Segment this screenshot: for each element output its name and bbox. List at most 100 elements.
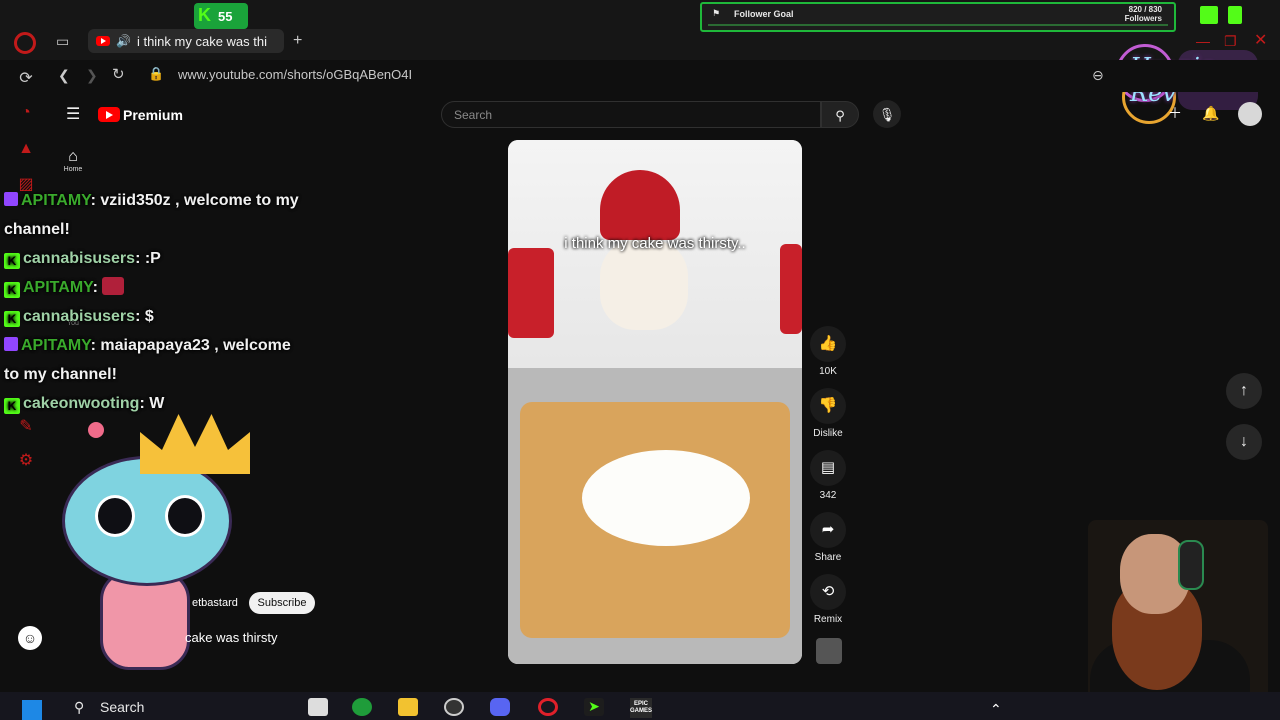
remix-button[interactable]: ⟲ Remix <box>808 574 848 625</box>
share-icon: ➦ <box>810 512 846 548</box>
next-short-button[interactable]: ↓ <box>1226 424 1262 460</box>
follower-goal-bar: ⚑ Follower Goal 820 / 830 Followers <box>700 2 1176 32</box>
emoji-icon[interactable]: ☺ <box>18 626 42 650</box>
tray-chevron-icon[interactable]: ⌃ <box>990 702 1002 716</box>
home-icon: ⌂ <box>68 148 78 165</box>
sync-icon[interactable]: ⟳ <box>16 68 36 88</box>
lock-icon: 🔒 <box>148 66 165 81</box>
chat-username: cannabisusers <box>23 308 136 325</box>
search-button[interactable]: ⚲ <box>821 101 859 128</box>
chat-message: Kcannabisusers: $ <box>4 302 304 331</box>
thumbs-up-icon: 👍 <box>810 326 846 362</box>
short-title[interactable]: cake was thirsty <box>185 630 277 645</box>
video-caption: i think my cake was thirsty.. <box>564 235 746 252</box>
streamlabs-icon[interactable]: ➤ <box>584 698 604 716</box>
mascot-antenna <box>88 422 104 438</box>
aria-icon[interactable]: ▲ <box>16 140 36 160</box>
discord-icon[interactable] <box>490 698 510 716</box>
file-explorer-icon[interactable] <box>398 698 418 716</box>
follower-unit: Followers <box>1124 14 1162 23</box>
epic-games-label: EPIC GAMES <box>630 701 653 714</box>
kick-badge-icon: K <box>4 282 20 298</box>
kick-badge-icon: K <box>4 253 20 269</box>
speaker-icon[interactable]: 🔊 <box>116 34 131 48</box>
twitch-badge-icon <box>4 337 18 351</box>
speed-dial-icon[interactable]: ◔ <box>16 104 36 124</box>
opera-logo-icon[interactable] <box>14 32 36 54</box>
zoom-out-icon[interactable]: ⊖ <box>1092 68 1104 82</box>
create-icon[interactable]: ＋ <box>1168 106 1182 120</box>
avatar[interactable] <box>1238 102 1262 126</box>
browser-tab-active[interactable]: 🔊 i think my cake was thi <box>88 29 284 53</box>
kick-viewer-count: 55 <box>218 9 233 24</box>
mascot-crown <box>140 414 250 474</box>
kick-badge-icon: K <box>4 398 20 414</box>
flag-icon: ⚑ <box>712 8 721 18</box>
previous-short-button[interactable]: ↑ <box>1226 373 1262 409</box>
notifications-icon[interactable]: 🔔 <box>1202 106 1219 120</box>
tab-manager-icon[interactable]: ▭ <box>56 34 69 48</box>
subscribe-button[interactable]: Subscribe <box>249 592 315 614</box>
remix-icon: ⟲ <box>810 574 846 610</box>
twitch-icon <box>1200 6 1218 24</box>
browser-tabbar: ▭ 🔊 i think my cake was thi + K 55 ⚑ Fol… <box>0 0 1280 60</box>
taskbar-search[interactable]: ⚲ Search <box>68 696 288 720</box>
follower-goal-progress <box>708 24 1168 26</box>
chat-text: $ <box>144 308 154 325</box>
search-icon: ⚲ <box>835 108 845 123</box>
epic-games-icon[interactable]: EPIC GAMES <box>630 698 652 718</box>
comment-count: 342 <box>819 490 837 501</box>
thumbs-down-icon: 👎 <box>810 388 846 424</box>
obs-icon[interactable] <box>444 698 464 716</box>
sound-thumbnail[interactable] <box>816 638 842 664</box>
search-icon: ⚲ <box>74 699 85 715</box>
taskbar-search-label: Search <box>100 699 145 715</box>
short-video-player[interactable]: i think my cake was thirsty.. <box>508 140 802 664</box>
dislike-button[interactable]: 👎 Dislike <box>808 388 848 439</box>
chat-text: :P <box>144 250 161 267</box>
comments-button[interactable]: ▤ 342 <box>808 450 848 501</box>
kick-flag-icon <box>1228 6 1242 24</box>
youtube-logo-icon[interactable] <box>98 107 120 122</box>
opera-taskbar-icon[interactable] <box>538 698 558 716</box>
new-tab-button[interactable]: + <box>293 33 302 49</box>
like-button[interactable]: 👍 10K <box>808 326 848 377</box>
follower-count: 820 / 830 <box>1128 5 1162 14</box>
arrow-up-icon: ↑ <box>1240 382 1248 399</box>
kick-viewers-badge: K 55 <box>194 3 248 29</box>
frosting <box>582 450 750 546</box>
follower-goal-label: Follower Goal <box>734 9 794 19</box>
xbox-icon[interactable] <box>352 698 372 716</box>
search-input[interactable]: Search <box>441 101 821 128</box>
back-icon[interactable]: ❮ <box>58 68 70 82</box>
headset <box>1178 540 1204 590</box>
forward-icon[interactable]: ❯ <box>86 68 98 82</box>
reload-icon[interactable]: ↻ <box>112 67 125 82</box>
twitch-badge-icon <box>4 192 18 206</box>
right-mug <box>780 244 802 334</box>
nav-home[interactable]: ⌂ Home <box>56 148 90 173</box>
chat-username: APITAMY <box>21 337 91 354</box>
youtube-premium-label[interactable]: Premium <box>123 107 183 123</box>
chat-emote-icon <box>102 277 125 295</box>
voice-search-button[interactable]: 🎙 <box>873 100 901 128</box>
address-bar[interactable]: www.youtube.com/shorts/oGBqABenO4I <box>178 67 412 82</box>
messenger-icon[interactable]: ✎ <box>16 416 36 436</box>
mascot-head <box>62 456 232 586</box>
chat-username: cannabisusers <box>23 250 136 267</box>
settings-icon[interactable]: ⚙ <box>16 450 36 470</box>
remix-label: Remix <box>813 614 843 625</box>
chat-message: APITAMY: vziid350z , welcome to my chann… <box>4 192 299 238</box>
short-channel-name[interactable]: etbastard <box>192 597 238 609</box>
nav-home-label: Home <box>63 166 83 173</box>
mascot-right-eye <box>165 495 205 537</box>
left-mug <box>508 248 554 338</box>
chat-message: K APITAMY: <box>4 273 304 302</box>
chat-text: W <box>149 395 165 412</box>
task-view-icon[interactable] <box>308 698 328 716</box>
mic-icon: 🎙 <box>878 107 896 122</box>
windows-start-icon[interactable] <box>22 700 42 720</box>
hamburger-menu-icon[interactable]: ☰ <box>66 107 80 123</box>
mascot-left-eye <box>95 495 135 537</box>
share-button[interactable]: ➦ Share <box>808 512 848 563</box>
